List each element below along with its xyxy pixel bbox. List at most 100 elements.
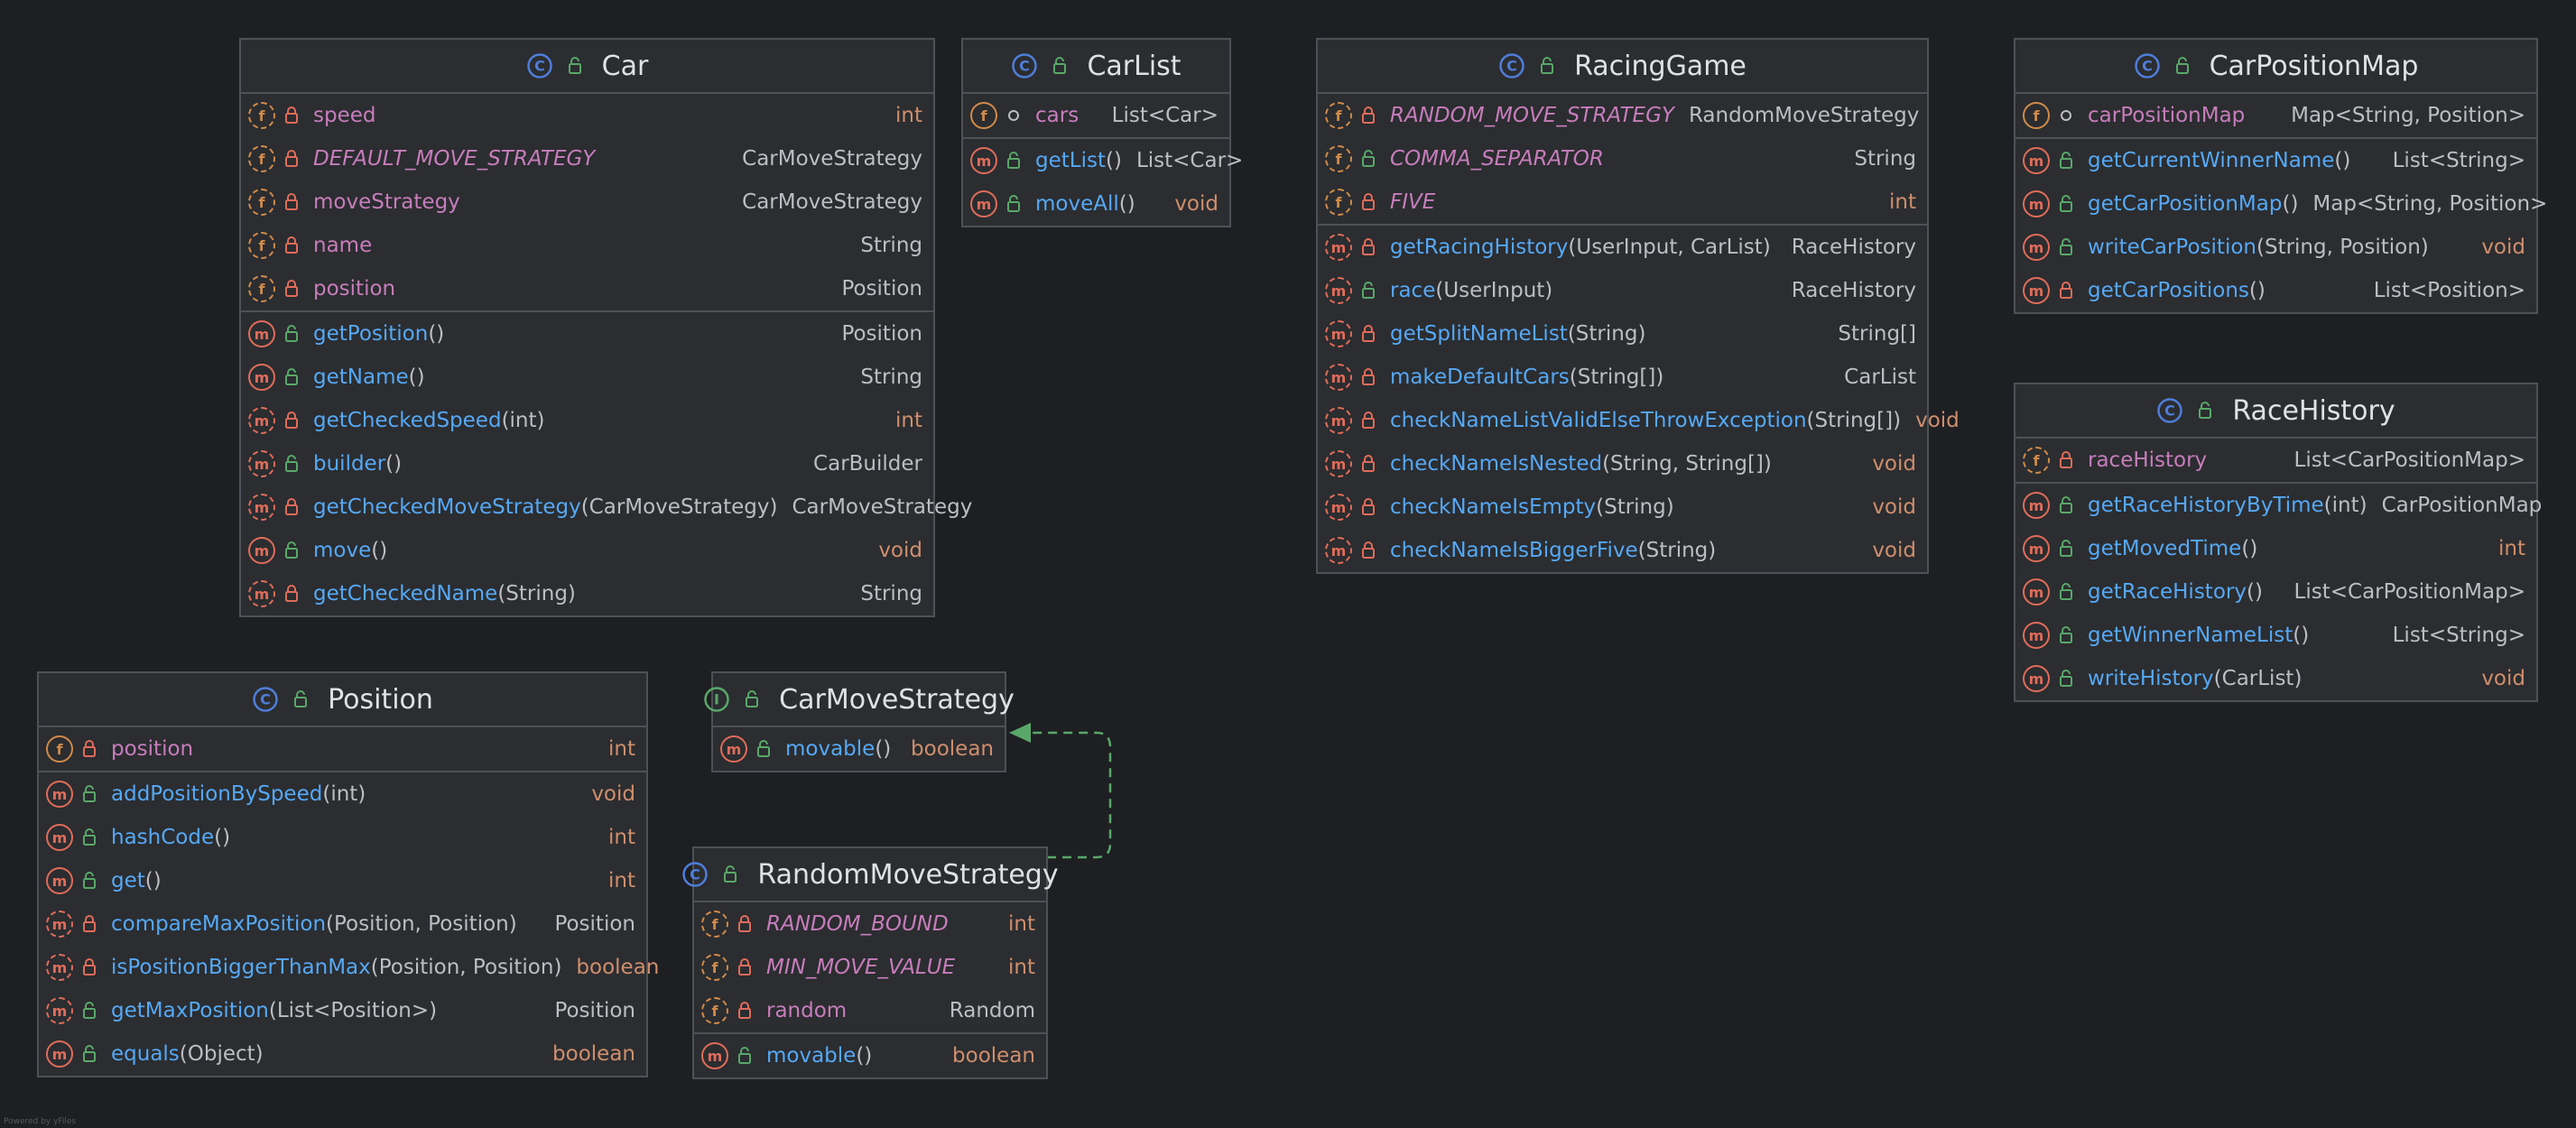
method-row[interactable]: m getName() String xyxy=(241,356,933,399)
field-row[interactable]: f name String xyxy=(241,224,933,267)
method-row[interactable]: m moveAll() void xyxy=(963,182,1229,226)
method-row[interactable]: m getRaceHistory() List<CarPositionMap> xyxy=(2015,570,2536,614)
method-row[interactable]: m getWinnerNameList() List<String> xyxy=(2015,614,2536,657)
method-row[interactable]: m checkNameIsNested (String, String[]) void xyxy=(1318,442,1927,485)
method-row[interactable]: m checkNameIsBiggerFive (String) void xyxy=(1318,529,1927,572)
method-params: (String, String[]) xyxy=(1602,452,1772,476)
method-name: writeHistory xyxy=(2088,667,2214,690)
return-type: RaceHistory xyxy=(1791,279,1916,302)
public-visibility-icon xyxy=(1051,56,1069,76)
method-params: (String) xyxy=(1596,495,1674,519)
field-row[interactable]: f random Random xyxy=(694,989,1046,1032)
class-car[interactable]: C Car f speed int f DEFAULT_MOVE_STRATEGY CarMo… xyxy=(239,38,972,617)
field-row[interactable]: f FIVE int xyxy=(1318,180,1927,224)
method-row[interactable]: m getCheckedMoveStrategy (CarMoveStrategy)… xyxy=(241,485,972,529)
field-row[interactable]: f MIN_MOVE_VALUE int xyxy=(694,946,1046,989)
method-row[interactable]: m equals (Object) boolean xyxy=(39,1032,646,1076)
private-visibility-icon xyxy=(80,739,98,759)
field-row[interactable]: f DEFAULT_MOVE_STRATEGY CarMoveStrategy xyxy=(241,137,933,180)
method-row[interactable]: m getList() List<Car> xyxy=(963,139,1243,182)
return-type: boolean xyxy=(911,737,994,761)
method-row[interactable]: m movable() boolean xyxy=(713,727,1005,771)
class-randommovestrategy[interactable]: C RandomMoveStrategy f RANDOM_BOUND int f MIN_… xyxy=(682,846,1059,1079)
public-visibility-icon xyxy=(2057,495,2075,515)
method-icon: m xyxy=(1325,364,1352,391)
public-visibility-icon xyxy=(721,864,739,884)
method-row[interactable]: m movable() boolean xyxy=(694,1034,1046,1077)
method-row[interactable]: m writeHistory (CarList) void xyxy=(2015,657,2536,700)
method-row[interactable]: m getCarPositions() List<Position> xyxy=(2015,269,2536,312)
method-row[interactable]: m getCheckedName (String) String xyxy=(241,572,933,615)
class-racehistory[interactable]: C RaceHistory f raceHistory List<CarPosition… xyxy=(2014,383,2542,702)
field-row[interactable]: f cars List<Car> xyxy=(963,94,1229,137)
svg-text:C: C xyxy=(2165,402,2176,420)
field-name: speed xyxy=(313,104,376,127)
public-visibility-icon xyxy=(80,1001,98,1021)
return-type: int xyxy=(2498,537,2525,560)
field-row[interactable]: f RANDOM_MOVE_STRATEGY RandomMoveStrategy xyxy=(1318,94,1927,137)
method-row[interactable]: m getCarPositionMap() Map<String, Position… xyxy=(2015,182,2547,226)
method-row[interactable]: m get() int xyxy=(39,859,646,902)
method-icon: m xyxy=(2023,665,2050,692)
field-icon: f xyxy=(1325,145,1352,172)
field-row[interactable]: f speed int xyxy=(241,94,933,137)
method-row[interactable]: m makeDefaultCars (String[]) CarList xyxy=(1318,356,1927,399)
field-row[interactable]: f carPositionMap Map<String, Position> xyxy=(2015,94,2536,137)
class-position[interactable]: C Position f position int m addPositionBySpeed… xyxy=(37,671,659,1077)
method-row[interactable]: m getMovedTime() int xyxy=(2015,527,2536,570)
class-carlist[interactable]: C CarList f cars List<Car> m getList() List<Car… xyxy=(961,38,1243,227)
fields-section: f speed int f DEFAULT_MOVE_STRATEGY CarMoveSt… xyxy=(241,94,933,312)
class-header[interactable]: C RaceHistory xyxy=(2015,384,2536,439)
realization-arrowhead xyxy=(1009,723,1031,743)
class-header[interactable]: C Position xyxy=(39,673,646,727)
class-header[interactable]: C CarList xyxy=(963,40,1229,94)
method-name: getCarPositionMap xyxy=(2088,192,2283,216)
private-visibility-icon xyxy=(1359,541,1377,560)
interface-carmovestrategy[interactable]: I CarMoveStrategy m movable() boolean xyxy=(704,671,1015,772)
field-row[interactable]: f moveStrategy CarMoveStrategy xyxy=(241,180,933,224)
field-row[interactable]: f position int xyxy=(39,727,646,771)
field-row[interactable]: f raceHistory List<CarPositionMap> xyxy=(2015,439,2536,482)
field-row[interactable]: f RANDOM_BOUND int xyxy=(694,902,1046,946)
method-row[interactable]: m race (UserInput) RaceHistory xyxy=(1318,269,1927,312)
return-type: List<Position> xyxy=(2373,279,2525,302)
class-carpositionmap[interactable]: C CarPositionMap f carPositionMap Map<String… xyxy=(2014,38,2547,314)
class-header[interactable]: C CarPositionMap xyxy=(2015,40,2536,94)
class-header[interactable]: I CarMoveStrategy xyxy=(704,673,1015,727)
method-row[interactable]: m getCurrentWinnerName() List<String> xyxy=(2015,139,2536,182)
class-racinggame[interactable]: C RacingGame f RANDOM_MOVE_STRATEGY RandomMo… xyxy=(1316,38,1960,574)
method-icon: m xyxy=(1325,450,1352,477)
method-row[interactable]: m isPositionBiggerThanMax (Position, Posit… xyxy=(39,946,659,989)
method-row[interactable]: m getSplitNameList (String) String[] xyxy=(1318,312,1927,356)
method-row[interactable]: m builder() CarBuilder xyxy=(241,442,933,485)
return-type: void xyxy=(1915,409,1960,432)
method-row[interactable]: m getPosition() Position xyxy=(241,312,933,356)
method-row[interactable]: m getMaxPosition (List<Position>) Position xyxy=(39,989,646,1032)
method-row[interactable]: m writeCarPosition (String, Position) void xyxy=(2015,226,2536,269)
method-row[interactable]: m getRaceHistoryByTime (int) CarPositionMap xyxy=(2015,484,2542,527)
field-icon: f xyxy=(701,997,728,1024)
field-row[interactable]: f position Position xyxy=(241,267,933,310)
method-row[interactable]: m compareMaxPosition (Position, Position) P… xyxy=(39,902,646,946)
method-icon: m xyxy=(248,364,275,391)
method-name: checkNameIsNested xyxy=(1390,452,1603,476)
method-row[interactable]: m addPositionBySpeed (int) void xyxy=(39,772,646,816)
method-row[interactable]: m getRacingHistory (UserInput, CarList) Rac… xyxy=(1318,226,1927,269)
return-type: boolean xyxy=(576,956,660,979)
method-row[interactable]: m checkNameIsEmpty (String) void xyxy=(1318,485,1927,529)
method-row[interactable]: m move() void xyxy=(241,529,933,572)
field-row[interactable]: f COMMA_SEPARATOR String xyxy=(1318,137,1927,180)
method-icon: m xyxy=(2023,578,2050,606)
method-row[interactable]: m getCheckedSpeed (int) int xyxy=(241,399,933,442)
class-header[interactable]: C Car xyxy=(241,40,933,94)
class-header[interactable]: C RandomMoveStrategy xyxy=(682,848,1059,902)
method-params: (String[]) xyxy=(1569,365,1664,389)
method-name: hashCode xyxy=(111,826,215,849)
method-row[interactable]: m checkNameListValidElseThrowException (St… xyxy=(1318,399,1960,442)
class-header[interactable]: C RacingGame xyxy=(1318,40,1927,94)
method-name: checkNameIsBiggerFive xyxy=(1390,539,1638,562)
private-visibility-icon xyxy=(2057,281,2075,300)
method-icon: m xyxy=(970,190,997,217)
field-name: RANDOM_MOVE_STRATEGY xyxy=(1390,104,1674,127)
method-row[interactable]: m hashCode() int xyxy=(39,816,646,859)
